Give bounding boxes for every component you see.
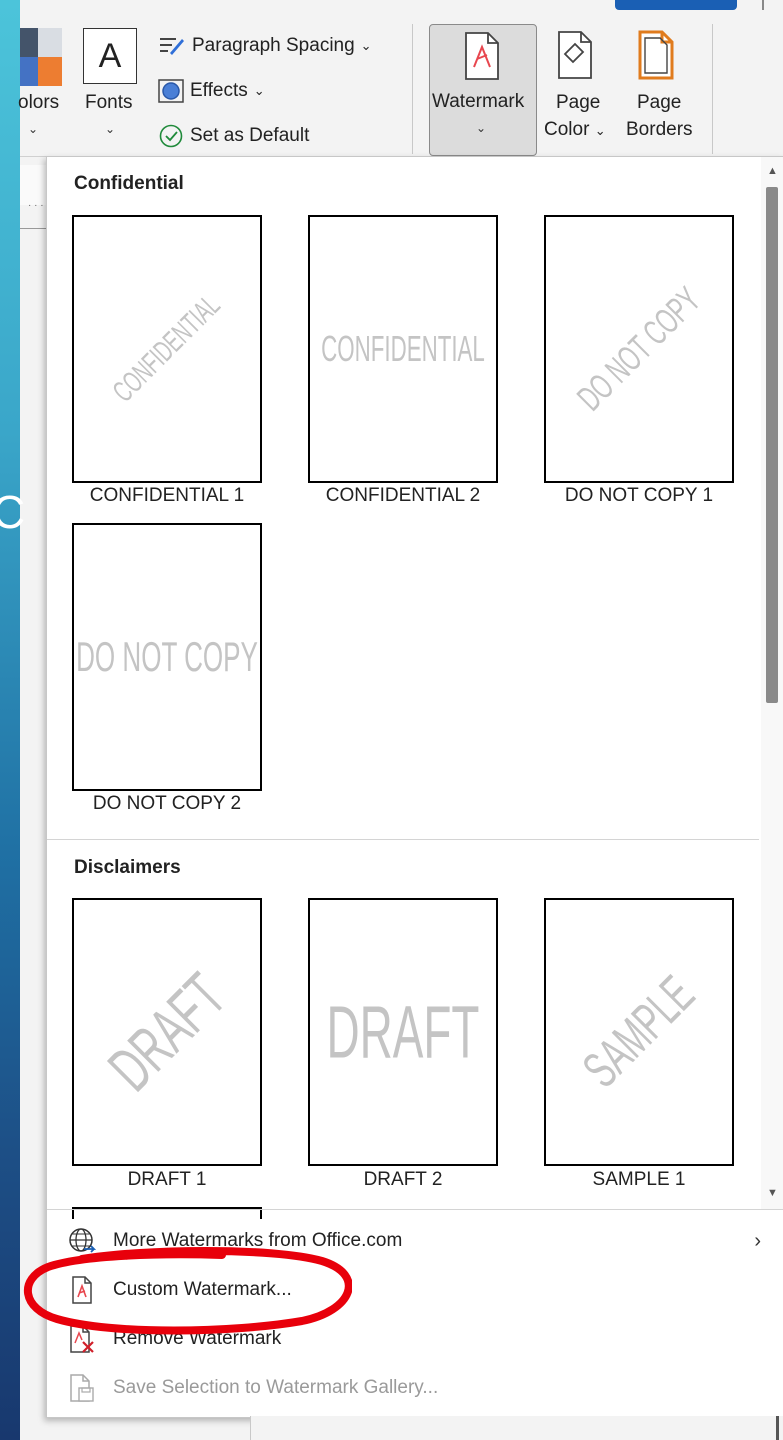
submenu-chevron-right-icon: › — [754, 1230, 761, 1252]
watermark-thumbnail-sample-1[interactable]: SAMPLE — [544, 898, 734, 1166]
watermark-button[interactable]: Watermark ⌄ — [429, 24, 537, 156]
gallery-menu-divider — [47, 1209, 783, 1210]
watermark-preview-text: DRAFT — [94, 959, 240, 1105]
effects-icon — [158, 79, 184, 103]
colors-label[interactable]: olors — [18, 92, 59, 114]
paragraph-spacing-icon — [160, 38, 184, 55]
colors-dropdown-chevron-icon[interactable]: ⌄ — [28, 122, 38, 136]
ribbon-design-tab: olors ⌄ A Fonts ⌄ Paragraph Spacing ⌄ Ef… — [18, 0, 783, 160]
fonts-label[interactable]: Fonts — [85, 92, 133, 114]
watermark-chevron-icon: ⌄ — [476, 121, 487, 135]
colors-swatch-icon[interactable] — [20, 28, 62, 86]
fonts-dropdown-chevron-icon[interactable]: ⌄ — [105, 122, 115, 136]
thumbnail-label: SAMPLE 1 — [592, 1169, 686, 1190]
watermark-gallery-dropdown: Confidential CONFIDENTIAL CONFIDENTIAL 1… — [46, 156, 783, 1418]
thumbnail-label: DO NOT COPY 2 — [92, 793, 242, 814]
paragraph-spacing-chevron-icon: ⌄ — [360, 38, 372, 53]
scroll-down-arrow-icon[interactable]: ▼ — [767, 1187, 778, 1199]
ruler-fragment — [20, 165, 46, 205]
document-area-bottom — [250, 1416, 783, 1440]
ribbon-top-divider — [762, 0, 764, 10]
thumbnail-label: CONFIDENTIAL 1 — [89, 485, 245, 506]
checkmark-circle-icon — [159, 124, 183, 148]
watermark-thumbnail-draft-2[interactable]: DRAFT — [308, 898, 498, 1166]
red-annotation-circle — [24, 1247, 352, 1335]
ribbon-group-separator — [412, 24, 413, 154]
page-color-label-line1[interactable]: Page — [556, 92, 600, 114]
watermark-label: Watermark — [432, 91, 525, 112]
thumbnail-label: DO NOT COPY 1 — [564, 485, 714, 506]
watermark-thumbnail-do-not-copy-2[interactable]: DO NOT COPY — [72, 523, 262, 791]
effects-label: Effects — [190, 80, 248, 101]
section-divider — [47, 839, 759, 840]
page-borders-label-line1[interactable]: Page — [637, 92, 681, 114]
watermark-preview-text: DO NOT COPY — [569, 279, 709, 419]
gallery-scrollbar[interactable]: ▲ ▼ — [761, 157, 783, 1209]
ruler-line — [20, 228, 46, 229]
watermark-preview-text: DO NOT COPY — [76, 633, 258, 680]
effects-button[interactable]: Effects ⌄ — [158, 77, 265, 105]
thumbnail-label: CONFIDENTIAL 2 — [325, 485, 481, 506]
page-borders-label-line2[interactable]: Borders — [626, 119, 693, 141]
page-borders-icon[interactable] — [636, 30, 676, 80]
save-selection-label: Save Selection to Watermark Gallery... — [113, 1377, 439, 1398]
fonts-icon[interactable]: A — [83, 28, 137, 84]
save-selection-menu-item[interactable]: Save Selection to Watermark Gallery... — [67, 1368, 767, 1408]
thumbnail-label: DRAFT 2 — [363, 1169, 443, 1190]
page-color-label-line2[interactable]: Color ⌄ — [544, 119, 606, 141]
share-button[interactable] — [615, 0, 737, 10]
set-as-default-button[interactable]: Set as Default — [158, 122, 309, 150]
page-color-icon[interactable] — [553, 30, 597, 80]
watermark-thumbnail-draft-1[interactable]: DRAFT — [72, 898, 262, 1166]
ruler-marks: · · · — [28, 200, 44, 211]
effects-chevron-icon: ⌄ — [253, 83, 265, 98]
section-heading-disclaimers: Disclaimers — [74, 857, 181, 878]
watermark-preview-text: CONFIDENTIAL — [321, 328, 485, 369]
paragraph-spacing-label: Paragraph Spacing — [192, 35, 355, 56]
watermark-icon — [465, 32, 499, 80]
scroll-up-arrow-icon[interactable]: ▲ — [767, 165, 778, 177]
thumbnail-label: DRAFT 1 — [127, 1169, 207, 1190]
page-color-chevron-icon: ⌄ — [594, 123, 606, 138]
set-as-default-label: Set as Default — [190, 125, 310, 146]
watermark-thumbnail-do-not-copy-1[interactable]: DO NOT COPY — [544, 215, 734, 483]
watermark-thumbnail-confidential-2[interactable]: CONFIDENTIAL — [308, 215, 498, 483]
save-to-gallery-icon — [67, 1373, 97, 1403]
desktop-background-strip — [0, 0, 20, 1440]
watermark-preview-text: DRAFT — [326, 990, 480, 1074]
watermark-preview-text: SAMPLE — [572, 965, 706, 1099]
section-heading-confidential: Confidential — [74, 173, 184, 194]
background-slide-glyph: C — [0, 488, 25, 536]
window-edge — [776, 1416, 779, 1440]
ribbon-group-separator-right — [712, 24, 713, 154]
watermark-preview-text: CONFIDENTIAL — [106, 288, 227, 409]
scrollbar-thumb[interactable] — [766, 187, 778, 703]
paragraph-spacing-button[interactable]: Paragraph Spacing ⌄ — [158, 32, 372, 60]
watermark-thumbnail-confidential-1[interactable]: CONFIDENTIAL — [72, 215, 262, 483]
